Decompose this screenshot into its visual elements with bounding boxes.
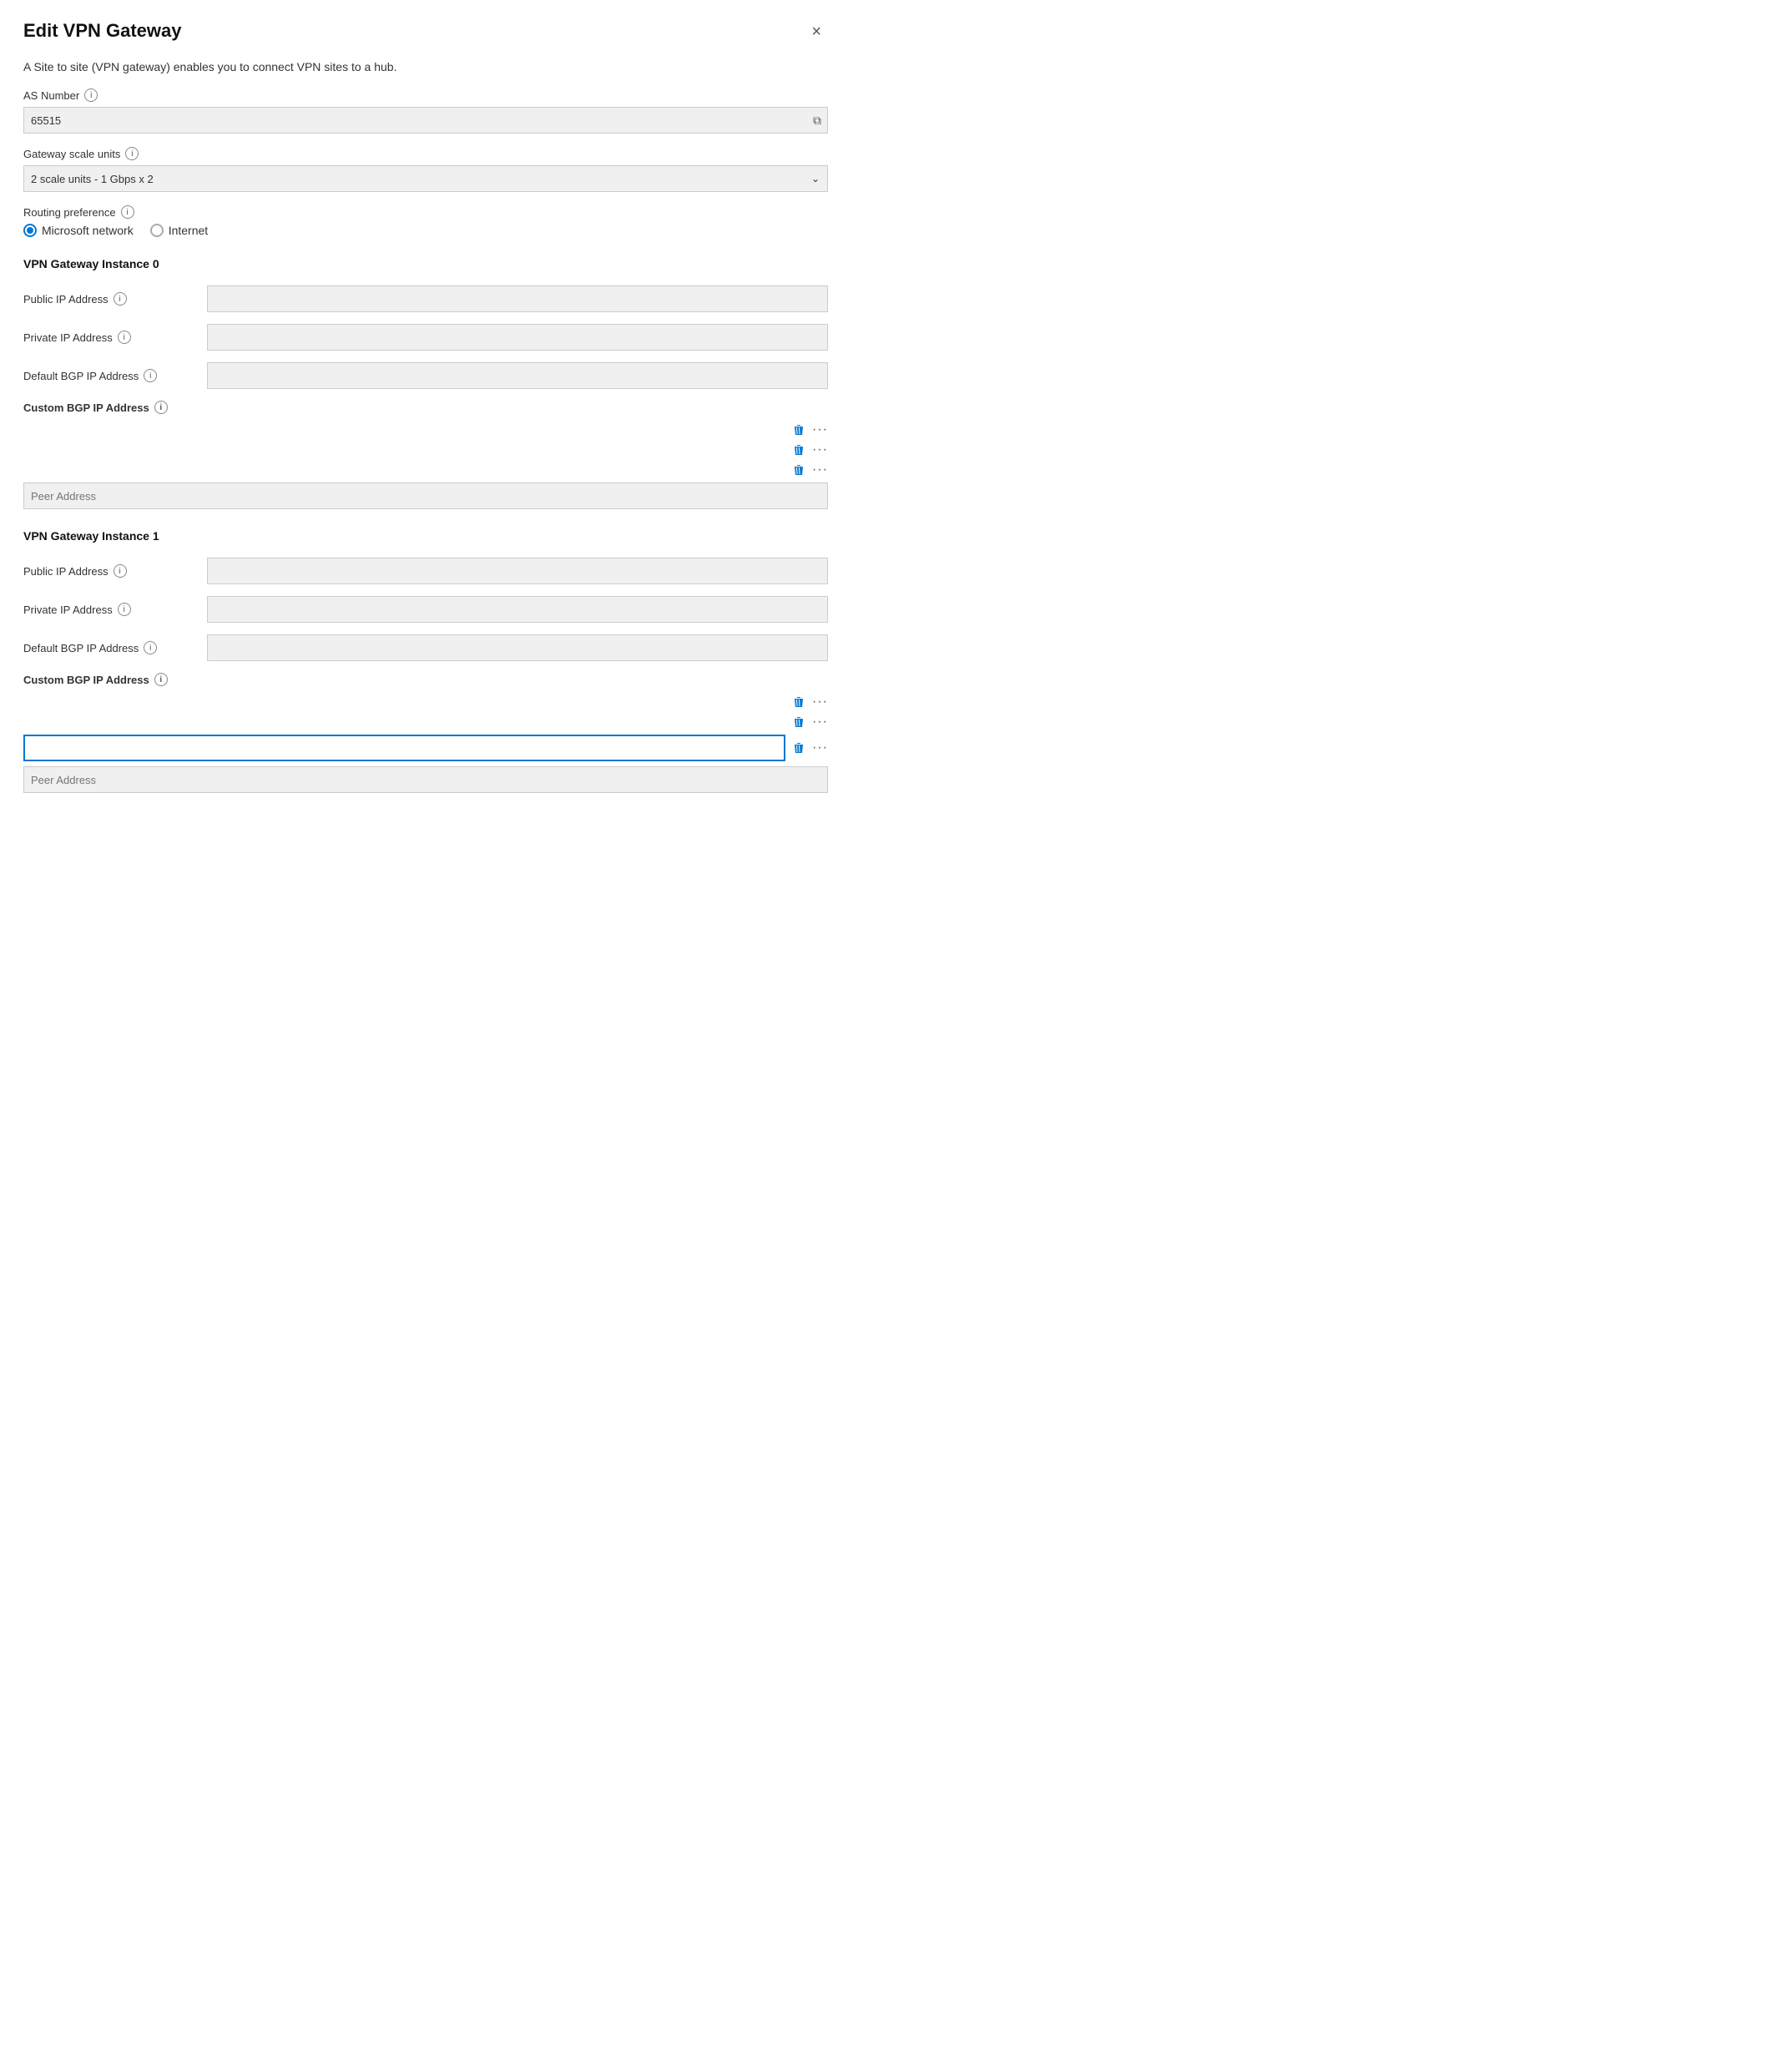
instance1-private-ip-input-wrapper	[207, 596, 828, 623]
routing-preference-label: Routing preference i	[23, 205, 828, 219]
instance1-bgp-delete-2-button[interactable]	[792, 715, 805, 729]
as-number-input-wrapper: ⧉	[23, 107, 828, 134]
instance0-bgp-delete-3-button[interactable]	[792, 463, 805, 477]
gateway-scale-select[interactable]: 1 scale unit - 500 Mbps x 2 2 scale unit…	[23, 165, 828, 192]
instance0-default-bgp-input[interactable]	[207, 362, 828, 389]
instance0-bgp-row-2: ···	[23, 442, 828, 457]
instance0-default-bgp-info-icon[interactable]: i	[144, 369, 157, 382]
instance1-bgp-delete-1-button[interactable]	[792, 695, 805, 709]
panel-title: Edit VPN Gateway	[23, 20, 182, 42]
routing-option-microsoft[interactable]: Microsoft network	[23, 224, 134, 237]
instance0-bgp-dots-1-button[interactable]: ···	[812, 422, 828, 437]
panel-header: Edit VPN Gateway ×	[23, 20, 828, 43]
gateway-scale-info-icon[interactable]: i	[125, 147, 139, 160]
instance0-peer-address-row	[23, 482, 828, 509]
instance0-private-ip-row: Private IP Address i	[23, 324, 828, 351]
as-number-info-icon[interactable]: i	[84, 88, 98, 102]
instance0-private-ip-input[interactable]	[207, 324, 828, 351]
gateway-scale-select-wrapper: 1 scale unit - 500 Mbps x 2 2 scale unit…	[23, 165, 828, 192]
instance1-custom-bgp-info-icon[interactable]: i	[154, 673, 168, 686]
instance0-bgp-row-3: ···	[23, 462, 828, 477]
trash-icon	[792, 695, 805, 709]
instance0-public-ip-label: Public IP Address i	[23, 292, 207, 306]
instance0-private-ip-info-icon[interactable]: i	[118, 331, 131, 344]
panel-description: A Site to site (VPN gateway) enables you…	[23, 60, 828, 73]
instance0-custom-bgp-info-icon[interactable]: i	[154, 401, 168, 414]
instance0-bgp-delete-2-button[interactable]	[792, 443, 805, 457]
trash-icon	[792, 715, 805, 729]
instance1-peer-address-row	[23, 766, 828, 793]
trash-icon	[792, 423, 805, 437]
instance1-bgp-active-input[interactable]	[23, 735, 785, 761]
instance0-custom-bgp-label: Custom BGP IP Address i	[23, 401, 828, 414]
trash-icon	[792, 463, 805, 477]
instance1-private-ip-input[interactable]	[207, 596, 828, 623]
gateway-scale-field: Gateway scale units i 1 scale unit - 500…	[23, 147, 828, 192]
instance0-peer-address-input[interactable]	[23, 482, 828, 509]
instance0-private-ip-input-wrapper	[207, 324, 828, 351]
instance1-bgp-delete-active-button[interactable]	[792, 741, 805, 755]
instance1-default-bgp-info-icon[interactable]: i	[144, 641, 157, 654]
as-number-label: AS Number i	[23, 88, 828, 102]
edit-vpn-gateway-panel: Edit VPN Gateway × A Site to site (VPN g…	[0, 0, 851, 985]
instance1-bgp-dots-active-button[interactable]: ···	[812, 740, 828, 755]
instance0-bgp-dots-3-button[interactable]: ···	[812, 462, 828, 477]
instance0-bgp-row-1: ···	[23, 422, 828, 437]
instance1-private-ip-row: Private IP Address i	[23, 596, 828, 623]
trash-icon	[792, 443, 805, 457]
instance1-public-ip-label: Public IP Address i	[23, 564, 207, 578]
instance1-bgp-row-1: ···	[23, 695, 828, 710]
instance1-public-ip-input[interactable]	[207, 558, 828, 584]
close-button[interactable]: ×	[805, 20, 828, 43]
instance0-default-bgp-label: Default BGP IP Address i	[23, 369, 207, 382]
instance1-public-ip-info-icon[interactable]: i	[114, 564, 127, 578]
instance1-default-bgp-input-wrapper	[207, 634, 828, 661]
instance1-public-ip-row: Public IP Address i	[23, 558, 828, 584]
radio-internet	[150, 224, 164, 237]
instance0-private-ip-label: Private IP Address i	[23, 331, 207, 344]
instance0-default-bgp-row: Default BGP IP Address i	[23, 362, 828, 389]
instance1-bgp-dots-1-button[interactable]: ···	[812, 695, 828, 710]
instance1-default-bgp-row: Default BGP IP Address i	[23, 634, 828, 661]
instance1-bgp-dots-2-button[interactable]: ···	[812, 715, 828, 730]
instance0-public-ip-input[interactable]	[207, 285, 828, 312]
as-number-field: AS Number i ⧉	[23, 88, 828, 134]
copy-icon[interactable]: ⧉	[813, 114, 821, 128]
instance1-bgp-active-row: ···	[23, 735, 828, 761]
as-number-input[interactable]	[23, 107, 828, 134]
instance1-private-ip-info-icon[interactable]: i	[118, 603, 131, 616]
instance1-bgp-row-2: ···	[23, 715, 828, 730]
instance0-bgp-dots-2-button[interactable]: ···	[812, 442, 828, 457]
radio-microsoft	[23, 224, 37, 237]
instance1-custom-bgp-label: Custom BGP IP Address i	[23, 673, 828, 686]
instance0-bgp-delete-1-button[interactable]	[792, 423, 805, 437]
instance0-public-ip-info-icon[interactable]: i	[114, 292, 127, 306]
gateway-scale-label: Gateway scale units i	[23, 147, 828, 160]
instance1-private-ip-label: Private IP Address i	[23, 603, 207, 616]
routing-preference-field: Routing preference i Microsoft network I…	[23, 205, 828, 237]
instance0-heading: VPN Gateway Instance 0	[23, 257, 828, 270]
instance0-public-ip-input-wrapper	[207, 285, 828, 312]
instance1-default-bgp-input[interactable]	[207, 634, 828, 661]
routing-option-internet[interactable]: Internet	[150, 224, 208, 237]
instance1-heading: VPN Gateway Instance 1	[23, 529, 828, 543]
instance1-public-ip-input-wrapper	[207, 558, 828, 584]
trash-icon	[792, 741, 805, 755]
instance0-default-bgp-input-wrapper	[207, 362, 828, 389]
instance0-public-ip-row: Public IP Address i	[23, 285, 828, 312]
instance1-peer-address-input[interactable]	[23, 766, 828, 793]
instance1-default-bgp-label: Default BGP IP Address i	[23, 641, 207, 654]
routing-preference-info-icon[interactable]: i	[121, 205, 134, 219]
routing-preference-options: Microsoft network Internet	[23, 224, 828, 237]
